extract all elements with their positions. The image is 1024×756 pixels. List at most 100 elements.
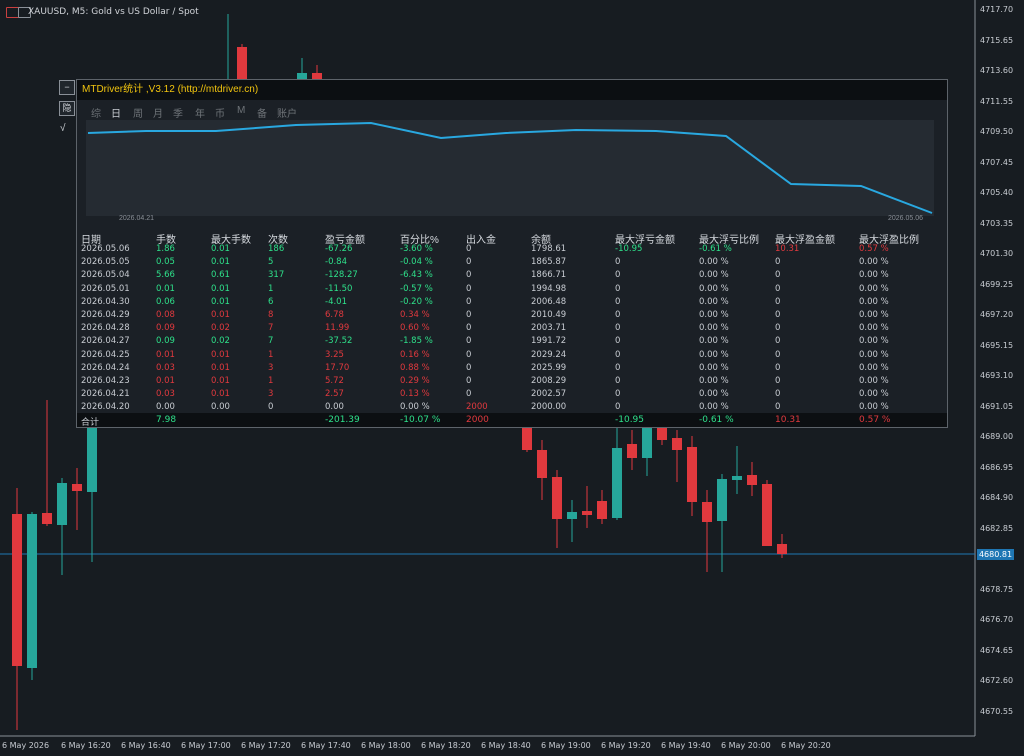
table-cell: 0 xyxy=(466,376,472,386)
table-cell: 0.08 xyxy=(156,310,175,320)
table-cell: 0.13 % xyxy=(400,389,430,400)
table-cell: 1865.87 xyxy=(531,257,567,268)
table-cell: 0 xyxy=(466,323,472,334)
time-label: 6 May 16:40 xyxy=(121,741,171,750)
total-cell: 7.98 xyxy=(156,415,177,425)
price-label: 4717.70 xyxy=(980,5,1014,14)
time-label: 6 May 17:20 xyxy=(241,741,291,750)
price-label: 4709.50 xyxy=(980,127,1014,136)
window-title: XAUUSD, M5: Gold vs US Dollar / Spot xyxy=(28,7,199,17)
table-cell: 1866.71 xyxy=(531,270,567,281)
table-cell: 0 xyxy=(775,323,781,334)
table-cell: -128.27 xyxy=(325,270,358,281)
graph-end-date: 2026.05.06 xyxy=(888,215,924,222)
table-cell: 0.00 % xyxy=(859,310,889,320)
time-label: 6 May 17:40 xyxy=(301,741,351,750)
price-label: 4703.35 xyxy=(980,218,1014,228)
table-cell: 0.00 % xyxy=(699,283,729,294)
table-cell: 1798.61 xyxy=(531,244,567,254)
table-cell: 0.01 xyxy=(211,283,230,294)
tab-item[interactable]: 年 xyxy=(195,105,205,120)
table-cell: 0.00 % xyxy=(699,376,729,386)
table-cell: 1 xyxy=(268,283,274,294)
hide-button[interactable]: 隐 xyxy=(59,101,75,116)
price-label: 4693.10 xyxy=(980,371,1014,380)
check-button[interactable]: √ xyxy=(60,123,66,134)
table-cell: 2000 xyxy=(466,402,488,413)
table-cell: 2026.04.29 xyxy=(81,310,130,320)
tab-item[interactable]: 季 xyxy=(173,105,183,120)
table-cell: 0 xyxy=(775,389,781,400)
minimize-button[interactable]: − xyxy=(59,80,75,95)
table-cell: 0 xyxy=(775,376,781,386)
total-cell: -10.07 % xyxy=(400,415,441,425)
table-cell: 0 xyxy=(466,296,472,307)
tab-item[interactable]: 币 xyxy=(215,105,225,120)
table-cell: 0.00 % xyxy=(859,362,889,373)
table-cell: 2.57 xyxy=(325,389,344,400)
total-cell: -0.61 % xyxy=(699,415,734,425)
price-label: 4695.15 xyxy=(980,340,1014,350)
table-cell: 0 xyxy=(268,402,274,413)
table-cell: 5.66 xyxy=(156,270,175,281)
table-cell: 2026.04.28 xyxy=(81,323,130,334)
table-cell: 0 xyxy=(466,270,472,281)
table-cell: 0 xyxy=(615,310,621,320)
table-cell: 0.00 xyxy=(156,402,175,413)
table-cell: 0.00 xyxy=(211,402,230,413)
table-cell: 0.01 xyxy=(211,310,230,320)
table-cell: 6.78 xyxy=(325,310,344,320)
tab-item[interactable]: 周 xyxy=(133,105,143,120)
table-cell: 0.00 % xyxy=(699,257,729,268)
table-cell: 2026.05.06 xyxy=(81,244,130,254)
table-row: 2026.05.01 0.01 0.01 1 -11.50 -0.57 % 0 1994.98… xyxy=(77,283,947,296)
table-cell: 0 xyxy=(775,402,781,413)
table-row: 2026.04.29 0.08 0.01 8 6.78 0.34 % 0 2010.49 0 0.… xyxy=(77,309,947,322)
table-cell: 0.29 % xyxy=(400,376,430,386)
total-cell: -10.95 xyxy=(615,415,645,425)
table-cell: 0.88 % xyxy=(400,362,430,373)
table-cell: 0.00 % xyxy=(699,402,729,413)
price-label: 4676.70 xyxy=(980,615,1014,624)
table-cell: 0 xyxy=(775,336,781,347)
total-cell: 10.31 xyxy=(775,415,801,425)
tab-item[interactable]: 备 xyxy=(257,105,267,120)
table-row: 2026.05.05 0.05 0.01 5 -0.84 -0.04 % 0 1865.87 0… xyxy=(77,256,947,269)
table-cell: 0 xyxy=(775,270,781,281)
table-row: 2026.04.25 0.01 0.01 1 3.25 0.16 % 0 2029.24 0 0.… xyxy=(77,349,947,362)
table-cell: 0.00 % xyxy=(859,270,889,281)
table-cell: 0 xyxy=(615,336,621,347)
equity-graph xyxy=(86,120,934,216)
graph-start-date: 2026.04.21 xyxy=(119,215,155,222)
time-label: 6 May 20:00 xyxy=(721,741,771,750)
equity-line xyxy=(87,121,933,214)
tab-item[interactable]: 月 xyxy=(153,105,163,120)
table-row: 2026.05.04 5.66 0.61 317 -128.27 -6.43 % 0 1866… xyxy=(77,269,947,282)
table-row: 2026.04.23 0.01 0.01 1 5.72 0.29 % 0 2008.29 0 0.… xyxy=(77,375,947,388)
table-cell: 0.00 % xyxy=(859,296,889,307)
table-cell: 2026.04.25 xyxy=(81,349,130,360)
table-cell: 0 xyxy=(615,376,621,386)
price-label: 4713.60 xyxy=(980,66,1014,75)
table-cell: 0.00 % xyxy=(699,336,729,347)
table-cell: 0.02 xyxy=(211,336,230,347)
tab-item[interactable]: 综 xyxy=(91,105,101,120)
tab-item[interactable]: 账户 xyxy=(277,105,297,120)
table-cell: 0 xyxy=(775,362,781,373)
total-cell: 0.57 % xyxy=(859,415,891,425)
tab-item[interactable]: 日 xyxy=(111,105,121,120)
table-cell: 0.01 xyxy=(211,376,230,386)
table-cell: 2025.99 xyxy=(531,362,567,373)
table-cell: 0 xyxy=(466,244,472,254)
table-cell: 0.00 % xyxy=(699,296,729,307)
table-cell: 0 xyxy=(775,310,781,320)
table-cell: 0 xyxy=(466,310,472,320)
tab-item[interactable]: M xyxy=(237,105,245,116)
table-cell: 0.00 % xyxy=(859,283,889,294)
table-cell: -0.84 xyxy=(325,257,347,268)
table-cell: 0.01 xyxy=(211,362,230,373)
time-label: 6 May 18:00 xyxy=(361,741,411,750)
table-cell: 0.00 % xyxy=(699,270,729,281)
table-cell: 2000.00 xyxy=(531,402,567,413)
table-cell: 2026.05.05 xyxy=(81,257,130,268)
